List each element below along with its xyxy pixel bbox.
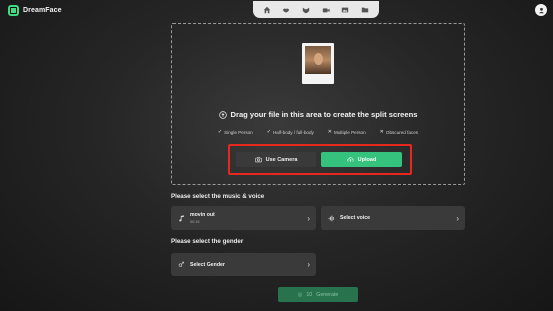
requirement-label: Multiple Person [334,129,366,135]
user-icon [538,7,544,13]
gender-selector[interactable]: Select Gender › [171,253,316,276]
generate-count: 10 [306,291,313,298]
lips-icon[interactable] [280,4,292,16]
generate-label: Generate [316,291,339,298]
voice-icon [327,214,336,223]
music-duration: 00:15 [190,220,200,224]
music-selector[interactable]: movin out 00:15 › [171,206,316,230]
user-avatar[interactable] [535,4,547,16]
cross-icon: ✕ [327,129,332,135]
use-camera-button[interactable]: Use Camera [236,152,316,167]
app-name: DreamFace [23,7,62,14]
music-note-icon [177,214,186,223]
requirement-label: Half-body / full-body [272,129,314,135]
upload-title-row: Drag your file in this area to create th… [171,110,465,119]
upload-cloud-icon [347,157,354,162]
chevron-right-icon: › [307,260,310,269]
requirement-label: Obscured faces [385,129,419,135]
requirement-item: ✓ Half-body / full-body [267,129,314,135]
image-icon[interactable] [339,4,351,16]
requirement-item: ✕ Multiple Person [328,129,366,135]
folder-icon[interactable] [359,4,371,16]
chevron-right-icon: › [456,213,459,223]
requirement-list: ✓ Single Person ✓ Half-body / full-body … [171,129,465,135]
requirement-label: Single Person [224,129,253,135]
video-icon[interactable] [320,4,332,16]
music-title: movin out [190,212,215,218]
app-logo[interactable]: DreamFace [8,5,62,16]
voice-label: Select voice [340,215,370,221]
check-icon: ✓ [217,129,223,135]
gender-icon [177,260,186,269]
requirement-item: ✓ Single Person [218,129,253,135]
coin-icon: ◎ [297,291,303,298]
upload-button[interactable]: Upload [321,152,402,167]
camera-icon [255,157,262,163]
chevron-right-icon: › [307,213,310,223]
cross-icon: ✕ [379,129,384,135]
upload-label: Upload [357,156,377,163]
check-icon: ✓ [266,129,271,135]
music-section-label: Please select the music & voice [171,193,265,200]
sample-photo [302,43,334,84]
use-camera-label: Use Camera [265,156,298,163]
requirement-item: ✕ Obscured faces [380,129,418,135]
mask-icon[interactable] [300,4,312,16]
generate-button[interactable]: ◎ 10 Generate [278,287,358,302]
gender-select-label: Select Gender [190,261,225,268]
top-toolbar [253,1,379,18]
dreamface-logo-icon [8,5,19,16]
cloud-upload-icon [218,110,227,119]
voice-selector[interactable]: Select voice › [321,206,465,230]
home-icon[interactable] [261,4,273,16]
gender-section-label: Please select the gender [171,238,244,245]
upload-title: Drag your file in this area to create th… [230,110,418,119]
